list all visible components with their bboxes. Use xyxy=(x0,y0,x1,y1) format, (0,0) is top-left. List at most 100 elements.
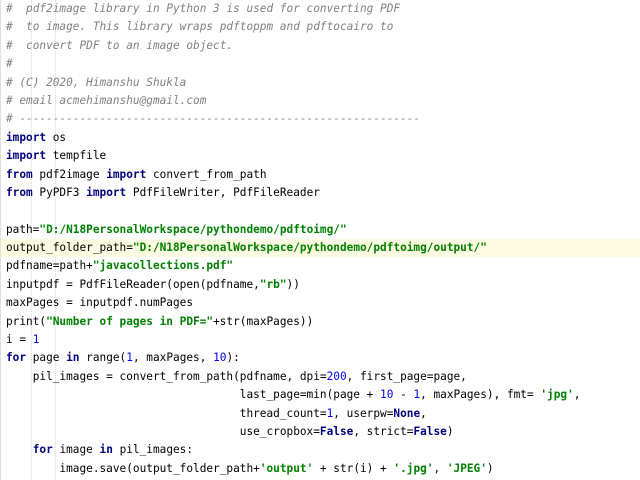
code-token: 'JPEG' xyxy=(446,461,487,475)
code-token: inputpdf = PdfFileReader(open(pdfname, xyxy=(6,277,260,291)
code-line[interactable]: thread_count=1, userpw=None, xyxy=(1,405,640,423)
code-editor[interactable]: # pdf2image library in Python 3 is used … xyxy=(0,0,640,480)
code-token: 200 xyxy=(326,369,347,383)
code-token: , userpw= xyxy=(333,406,394,420)
code-token: last_page=min(page + xyxy=(6,388,381,402)
code-token: page xyxy=(26,351,67,365)
code-token: import xyxy=(106,167,147,181)
code-line[interactable]: # convert PDF to an image object. xyxy=(1,37,640,55)
code-token: PyPDF3 xyxy=(32,185,87,199)
code-token: "rb" xyxy=(259,277,287,291)
code-token: # --------------------------------------… xyxy=(6,112,421,126)
code-token: import xyxy=(6,130,47,144)
code-line[interactable]: image.save(output_folder_path+'output' +… xyxy=(1,460,640,478)
code-token: None xyxy=(393,406,421,420)
code-token: PdfFileWriter, PdfFileReader xyxy=(126,185,320,199)
code-line[interactable]: print("Number of pages in PDF="+str(maxP… xyxy=(1,313,640,331)
code-line[interactable]: # xyxy=(1,55,640,73)
code-token: , xyxy=(433,461,447,475)
code-token: os xyxy=(46,130,67,144)
code-token: print( xyxy=(6,314,47,328)
code-token: image.save(output_folder_path+ xyxy=(6,461,260,475)
code-token: 'jpg' xyxy=(540,388,574,402)
code-token: +str(maxPages)) xyxy=(213,314,314,328)
code-token: in xyxy=(99,443,113,457)
code-line[interactable]: use_cropbox=False, strict=False) xyxy=(1,423,640,441)
code-token: from xyxy=(6,185,33,199)
code-token: , strict= xyxy=(353,424,414,438)
code-token: - xyxy=(393,388,414,402)
code-token: False xyxy=(319,424,354,438)
code-token: pil_images = convert_from_path(pdfname, … xyxy=(6,369,327,383)
code-token: )) xyxy=(286,277,300,291)
code-token: output_folder_path= xyxy=(6,241,133,255)
code-line[interactable]: i = 1 xyxy=(1,331,640,349)
code-token: in xyxy=(66,351,80,365)
code-token: path= xyxy=(6,222,40,236)
code-lines[interactable]: # pdf2image library in Python 3 is used … xyxy=(1,0,640,480)
code-token: "javacollections.pdf" xyxy=(92,259,234,273)
code-token: # pdf2image library in Python 3 is used … xyxy=(6,2,401,15)
code-line[interactable]: output_folder_path="D:/N18PersonalWorksp… xyxy=(1,239,640,258)
code-token: 10 xyxy=(380,388,394,402)
code-token: ): xyxy=(226,351,240,365)
code-token: , xyxy=(573,388,581,402)
code-token: # email acmehimanshu@gmail.com xyxy=(6,93,207,107)
code-token: import xyxy=(86,185,127,199)
code-token: ) xyxy=(486,461,494,475)
code-token: "D:/N18PersonalWorkspace/pythondemo/pdft… xyxy=(39,222,347,236)
code-line[interactable]: for image in pil_images: xyxy=(1,441,640,459)
code-line[interactable]: from pdf2image import convert_from_path xyxy=(1,166,640,184)
code-token: "D:/N18PersonalWorkspace/pythondemo/pdft… xyxy=(132,241,487,255)
code-token: 10 xyxy=(213,351,227,365)
code-token: pdf2image xyxy=(32,167,107,181)
code-line[interactable]: # to image. This library wraps pdftoppm … xyxy=(1,18,640,36)
code-token: use_cropbox= xyxy=(6,424,320,438)
code-line[interactable]: from PyPDF3 import PdfFileWriter, PdfFil… xyxy=(1,184,640,202)
code-token: , maxPages, xyxy=(132,351,214,365)
code-token: 1 xyxy=(126,351,133,365)
code-token: 'output' xyxy=(259,461,314,475)
code-line[interactable] xyxy=(1,202,640,220)
code-line[interactable]: # --------------------------------------… xyxy=(1,110,640,128)
code-line[interactable]: # email acmehimanshu@gmail.com xyxy=(1,92,640,110)
code-token: # convert PDF to an image object. xyxy=(6,38,234,52)
code-token: , xyxy=(420,406,427,420)
code-token: import xyxy=(6,149,47,163)
code-token: ) xyxy=(446,424,454,438)
code-token: pil_images: xyxy=(112,443,194,457)
code-line[interactable]: last_page=min(page + 10 - 1, maxPages), … xyxy=(1,386,640,404)
code-token: for xyxy=(32,443,53,457)
code-line[interactable]: pdfname=path+"javacollections.pdf" xyxy=(1,257,640,275)
code-line[interactable]: # (C) 2020, Himanshu Shukla xyxy=(1,74,640,92)
code-token: + str(i) + xyxy=(313,461,394,475)
code-token: tempfile xyxy=(46,149,107,163)
code-line[interactable]: for page in range(1, maxPages, 10): xyxy=(1,349,640,367)
code-token: # (C) 2020, Himanshu Shukla xyxy=(6,75,187,89)
code-line[interactable]: maxPages = inputpdf.numPages xyxy=(1,294,640,312)
code-token: '.jpg' xyxy=(393,461,434,475)
code-token: from xyxy=(6,167,33,181)
code-line[interactable]: # pdf2image library in Python 3 is used … xyxy=(1,0,640,18)
code-token: maxPages = inputpdf.numPages xyxy=(6,296,194,310)
code-token: convert_from_path xyxy=(146,167,267,181)
code-token: thread_count= xyxy=(6,406,327,420)
code-token: 1 xyxy=(32,333,40,347)
code-token: False xyxy=(413,424,447,438)
code-line[interactable]: import os xyxy=(1,129,640,147)
code-token: for xyxy=(6,351,27,365)
code-token: i = xyxy=(6,333,33,347)
code-token: "Number of pages in PDF=" xyxy=(46,314,214,328)
code-token: range( xyxy=(79,351,127,365)
code-token: # xyxy=(6,57,13,71)
code-token: pdfname=path+ xyxy=(6,259,93,273)
code-line[interactable]: pil_images = convert_from_path(pdfname, … xyxy=(1,368,640,386)
code-token: , first_page=page, xyxy=(346,369,467,383)
code-token: , maxPages), fmt= xyxy=(420,388,541,402)
code-token: # to image. This library wraps pdftoppm … xyxy=(6,20,394,34)
code-line[interactable]: path="D:/N18PersonalWorkspace/pythondemo… xyxy=(1,221,640,239)
code-line[interactable]: import tempfile xyxy=(1,147,640,165)
code-token: image xyxy=(52,443,100,457)
code-line[interactable]: inputpdf = PdfFileReader(open(pdfname,"r… xyxy=(1,276,640,294)
